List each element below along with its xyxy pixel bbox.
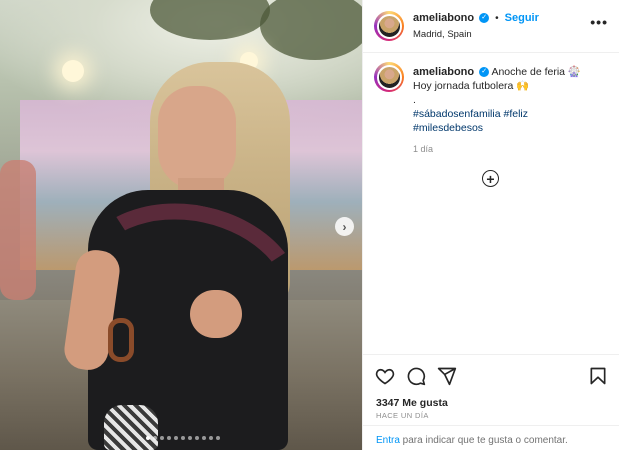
bookmark-icon[interactable] [588,366,608,386]
share-icon[interactable] [437,366,457,386]
photo-face [158,86,236,190]
photo-hand [190,290,242,338]
verified-icon: ✓ [479,13,490,23]
carousel-dot[interactable] [209,436,213,440]
carousel-dot[interactable] [167,436,171,440]
add-comment-icon[interactable]: + [482,170,499,187]
caption-timestamp[interactable]: 1 día [413,142,613,156]
more-options-icon[interactable]: ••• [590,14,608,30]
photo-bag [104,405,158,450]
comment-icon[interactable] [406,366,426,386]
post-sidebar: ameliabono ✓ • Seguir Madrid, Spain ••• … [362,0,619,450]
carousel-dot[interactable] [216,436,220,440]
carousel-dot[interactable] [202,436,206,440]
hashtag-link[interactable]: #feliz [503,108,528,120]
follow-button[interactable]: Seguir [505,12,539,24]
carousel-dot[interactable] [174,436,178,440]
heart-icon[interactable] [375,366,395,386]
post-date: HACE UN DÍA [376,411,429,420]
comment-prompt-text: para indicar que te gusta o comentar. [399,435,568,446]
carousel-dot[interactable] [181,436,185,440]
caption-hashtags: #sábadosenfamilia #feliz #milesdebesos [413,107,613,135]
separator-dot: • [495,12,499,24]
action-bar [363,354,619,394]
carousel-next-button[interactable]: › [335,217,354,236]
hashtag-link[interactable]: #milesdebesos [413,122,483,134]
like-count[interactable]: 3347 Me gusta [376,397,448,409]
post-header: ameliabono ✓ • Seguir Madrid, Spain ••• [363,0,619,53]
carousel-dot[interactable] [146,436,150,440]
avatar[interactable] [374,62,404,92]
carousel-dot[interactable] [160,436,164,440]
comment-prompt: Entra para indicar que te gusta o coment… [363,425,619,450]
login-link[interactable]: Entra [376,435,400,446]
caption-line-3: . [413,94,416,106]
carousel-dot[interactable] [153,436,157,440]
carousel-dots [146,436,220,440]
photo-bangle [108,318,134,362]
post-username[interactable]: ameliabono [413,12,474,24]
post-location[interactable]: Madrid, Spain [413,29,472,40]
hashtag-link[interactable]: #sábadosenfamilia [413,108,501,120]
post-photo[interactable]: › [0,0,362,450]
avatar[interactable] [374,11,404,41]
carousel-dot[interactable] [188,436,192,440]
photo-background-person [0,160,36,300]
verified-icon: ✓ [479,67,490,78]
carousel-dot[interactable] [195,436,199,440]
caption-line-1: Anoche de feria 🎡 [491,66,582,78]
caption-username[interactable]: ameliabono [413,66,474,78]
caption-line-2: Hoy jornada futbolera 🙌 [413,80,530,92]
photo-light [62,60,84,82]
